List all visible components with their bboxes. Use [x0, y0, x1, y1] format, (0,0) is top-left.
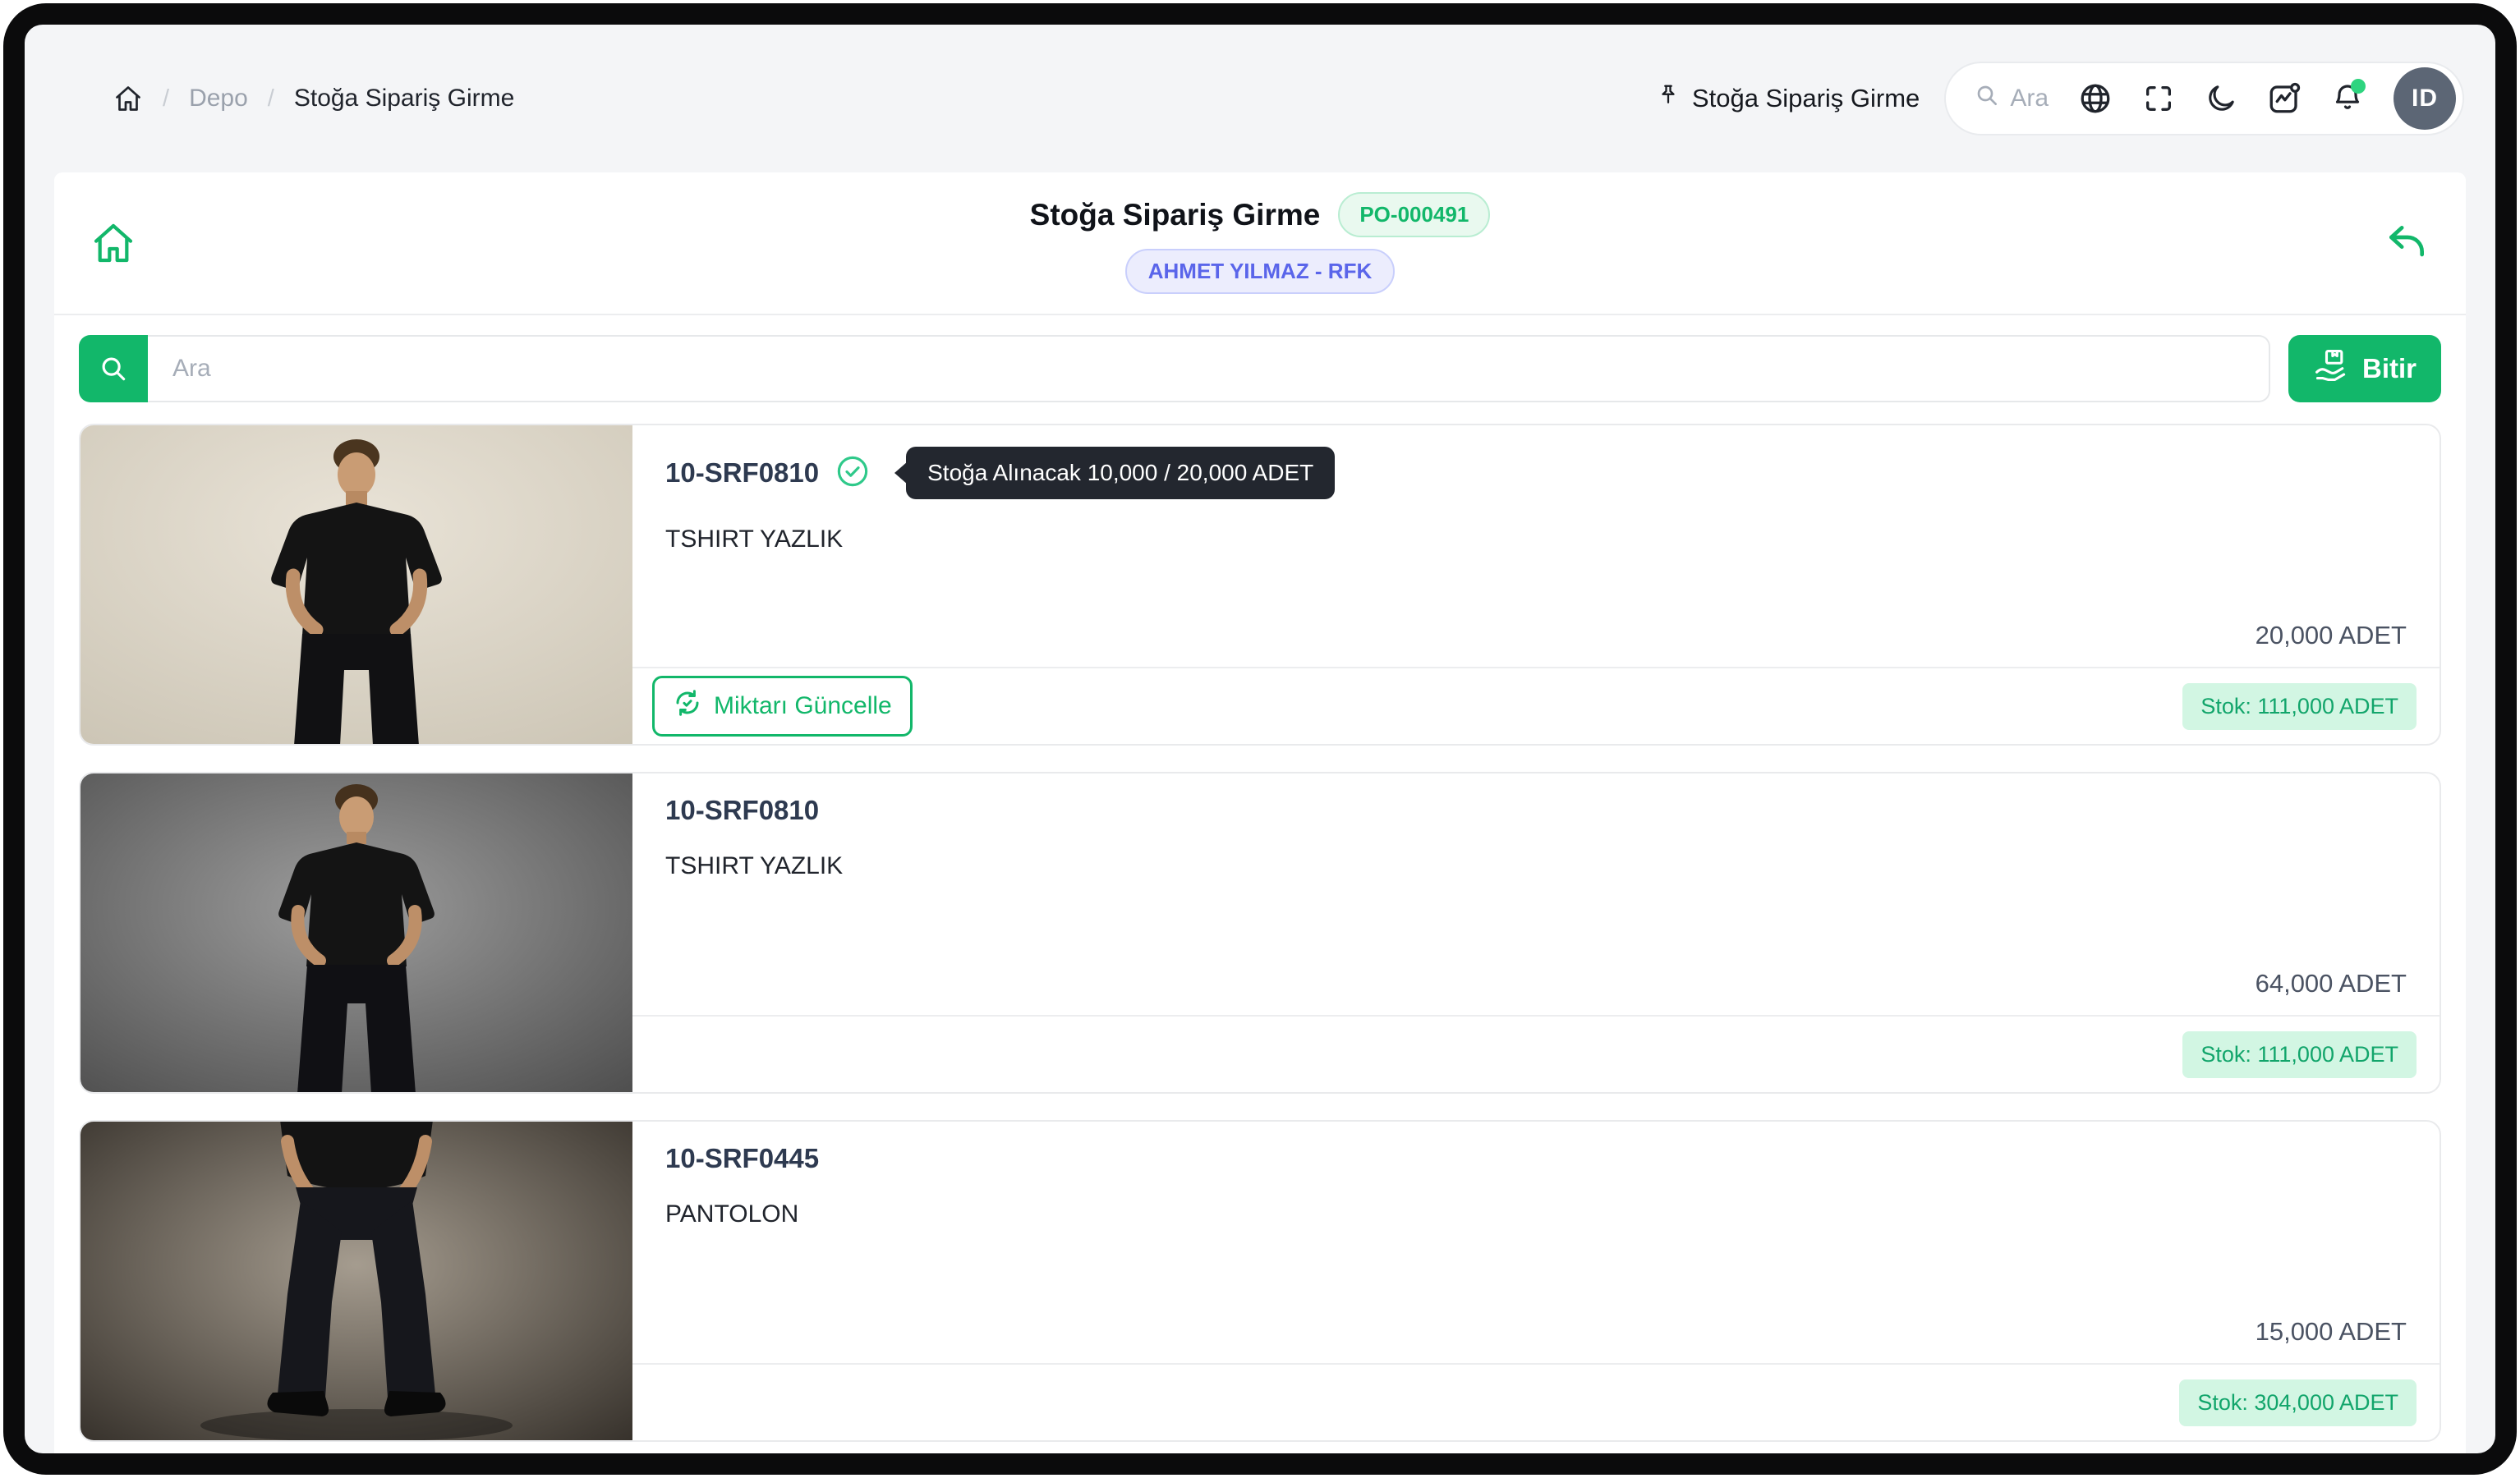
- user-badge: AHMET YILMAZ - RFK: [1125, 249, 1396, 294]
- search-group: [79, 335, 2270, 402]
- product-code: 10-SRF0810: [665, 795, 819, 826]
- product-photo: [80, 1122, 632, 1440]
- activity-icon[interactable]: [2267, 81, 2302, 116]
- product-name: TSHIRT YAZLIK: [665, 852, 2407, 880]
- bell-icon[interactable]: [2331, 82, 2364, 115]
- product-card-footer: Stok: 111,000 ADET: [632, 1015, 2440, 1092]
- stock-badge: Stok: 111,000 ADET: [2182, 683, 2417, 730]
- product-quantity: 15,000 ADET: [665, 1317, 2407, 1347]
- quick-search[interactable]: Ara: [1974, 82, 2049, 115]
- product-code: 10-SRF0445: [665, 1143, 819, 1174]
- product-card-body: 10-SRF0810 Stoğa Alınacak 10,000 / 20,00…: [632, 425, 2440, 744]
- product-photo: [80, 773, 632, 1092]
- product-card-footer: Stok: 304,000 ADET: [632, 1363, 2440, 1440]
- app-screen: / Depo / Stoğa Sipariş Girme Stoğa Sipar…: [25, 25, 2495, 1453]
- update-quantity-button[interactable]: Miktarı Güncelle: [652, 676, 913, 737]
- order-number-badge: PO-000491: [1338, 192, 1490, 237]
- fullscreen-icon[interactable]: [2142, 82, 2175, 115]
- pinned-page-tab[interactable]: Stoğa Sipariş Girme: [1656, 83, 1920, 114]
- product-card-footer: Miktarı Güncelle Stok: 111,000 ADET: [632, 667, 2440, 744]
- product-name: TSHIRT YAZLIK: [665, 526, 2407, 553]
- breadcrumb-separator: /: [268, 85, 274, 112]
- main-panel: Stoğa Sipariş Girme PO-000491 AHMET YILM…: [54, 172, 2466, 1453]
- product-quantity: 20,000 ADET: [665, 621, 2407, 650]
- search-button[interactable]: [79, 335, 148, 402]
- stock-badge: Stok: 111,000 ADET: [2182, 1031, 2417, 1078]
- home-icon[interactable]: [113, 84, 143, 113]
- breadcrumb-item-current: Stoğa Sipariş Girme: [294, 85, 514, 112]
- page-title: Stoğa Sipariş Girme: [1030, 198, 1321, 232]
- panel-title-block: Stoğa Sipariş Girme PO-000491 AHMET YILM…: [148, 192, 2372, 294]
- product-photo: [80, 425, 632, 744]
- quick-search-label: Ara: [2010, 85, 2049, 112]
- finish-button[interactable]: Bitir: [2288, 335, 2441, 402]
- product-code: 10-SRF0810: [665, 457, 819, 489]
- product-card-body: 10-SRF0445 PANTOLON 15,000 ADET Stok: 30…: [632, 1122, 2440, 1440]
- pin-icon: [1656, 83, 1681, 114]
- sync-check-icon: [673, 688, 702, 724]
- device-frame: / Depo / Stoğa Sipariş Girme Stoğa Sipar…: [3, 3, 2517, 1475]
- product-card: 10-SRF0810 Stoğa Alınacak 10,000 / 20,00…: [79, 424, 2441, 746]
- stock-tooltip: Stoğa Alınacak 10,000 / 20,000 ADET: [906, 447, 1335, 499]
- search-row: Bitir: [54, 315, 2466, 422]
- search-input[interactable]: [148, 335, 2270, 402]
- globe-icon[interactable]: [2078, 81, 2113, 116]
- hand-box-icon: [2313, 347, 2349, 390]
- topbar-actions: Stoğa Sipariş Girme Ara: [1656, 62, 2464, 135]
- product-quantity: 64,000 ADET: [665, 969, 2407, 998]
- breadcrumb: / Depo / Stoğa Sipariş Girme: [113, 84, 514, 113]
- check-circle-icon: [835, 454, 870, 493]
- panel-header: Stoğa Sipariş Girme PO-000491 AHMET YILM…: [54, 172, 2466, 315]
- product-card: 10-SRF0810 TSHIRT YAZLIK 64,000 ADET Sto…: [79, 772, 2441, 1094]
- product-list: 10-SRF0810 Stoğa Alınacak 10,000 / 20,00…: [54, 422, 2466, 1453]
- topbar-pill: Ara: [1944, 62, 2464, 135]
- avatar[interactable]: ID: [2394, 67, 2456, 130]
- product-card-body: 10-SRF0810 TSHIRT YAZLIK 64,000 ADET Sto…: [632, 773, 2440, 1092]
- stock-badge: Stok: 304,000 ADET: [2179, 1379, 2417, 1426]
- finish-button-label: Bitir: [2362, 353, 2417, 384]
- breadcrumb-separator: /: [163, 85, 169, 112]
- back-button[interactable]: [2372, 220, 2430, 266]
- notification-dot: [2351, 79, 2366, 94]
- search-icon: [1974, 82, 2000, 115]
- pinned-page-label: Stoğa Sipariş Girme: [1692, 84, 1920, 113]
- product-name: PANTOLON: [665, 1200, 2407, 1228]
- moon-icon[interactable]: [2205, 82, 2237, 115]
- breadcrumb-item-depo[interactable]: Depo: [189, 85, 248, 112]
- topbar: / Depo / Stoğa Sipariş Girme Stoğa Sipar…: [25, 25, 2495, 172]
- update-quantity-label: Miktarı Güncelle: [714, 692, 892, 720]
- product-card: 10-SRF0445 PANTOLON 15,000 ADET Stok: 30…: [79, 1120, 2441, 1442]
- home-button[interactable]: [90, 220, 148, 266]
